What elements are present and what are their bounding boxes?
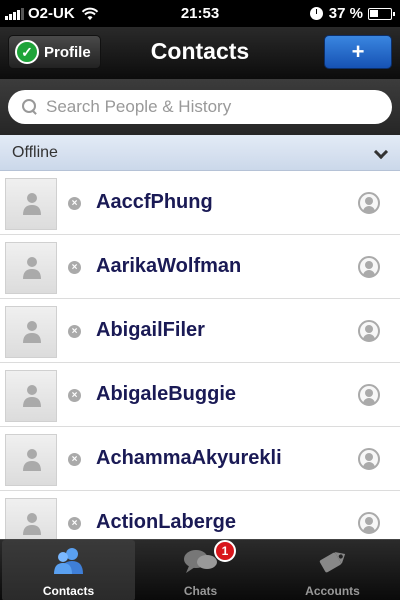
search-input[interactable]: Search People & History <box>8 90 392 124</box>
avatar <box>5 178 57 230</box>
contact-name: AarikaWolfman <box>96 255 242 277</box>
profile-button[interactable]: ✓ Profile <box>8 35 101 69</box>
page-title: Contacts <box>150 38 250 64</box>
avatar <box>5 434 57 486</box>
battery-icon <box>368 7 395 20</box>
contact-name: AbigaleBuggie <box>96 383 237 405</box>
contact-name: AbigailFiler <box>96 319 205 341</box>
contact-row[interactable]: × AchammaAkyurekli <box>0 427 400 491</box>
contact-row[interactable]: × AarikaWolfman <box>0 235 400 299</box>
offline-status-icon: × <box>68 389 81 402</box>
section-label: Offline <box>12 144 58 161</box>
profile-button-label: Profile <box>44 43 91 61</box>
avatar <box>5 242 57 294</box>
status-right: 37 % <box>309 5 395 22</box>
status-bar: O2-UK 21:53 37 % <box>0 0 400 27</box>
tab-label: Accounts <box>305 584 360 598</box>
battery-percent: 37 % <box>328 5 363 22</box>
search-bar: Search People & History <box>0 79 400 135</box>
offline-status-icon: × <box>68 261 81 274</box>
person-icon[interactable] <box>358 384 380 406</box>
accounts-icon <box>319 551 345 573</box>
contacts-list[interactable]: × AaccfPhung × AarikaWolfman × AbigailFi… <box>0 171 400 539</box>
tab-label: Chats <box>183 584 218 598</box>
contact-row[interactable]: × AaccfPhung <box>0 171 400 235</box>
tab-bar: Contacts 1 Chats Accounts <box>0 539 400 600</box>
search-icon <box>22 99 38 115</box>
tab-chats[interactable]: 1 Chats <box>134 540 267 600</box>
chevron-down-icon[interactable] <box>373 144 389 160</box>
person-icon[interactable] <box>358 448 380 470</box>
avatar <box>5 498 57 539</box>
section-header-offline[interactable]: Offline <box>0 135 400 171</box>
person-icon[interactable] <box>358 192 380 214</box>
avatar <box>5 370 57 422</box>
offline-status-icon: × <box>68 453 81 466</box>
contact-name: AchammaAkyurekli <box>96 447 282 469</box>
contact-row[interactable]: × AbigailFiler <box>0 299 400 363</box>
avatar <box>5 306 57 358</box>
clock-icon <box>309 7 323 20</box>
tab-label: Contacts <box>42 584 95 598</box>
offline-status-icon: × <box>68 325 81 338</box>
tab-accounts[interactable]: Accounts <box>266 540 399 600</box>
navigation-bar: ✓ Profile Contacts + <box>0 27 400 79</box>
contacts-icon <box>53 548 83 574</box>
person-icon[interactable] <box>358 320 380 342</box>
tab-contacts[interactable]: Contacts <box>2 540 135 600</box>
plus-icon: + <box>351 39 365 64</box>
contact-row[interactable]: × AbigaleBuggie <box>0 363 400 427</box>
search-placeholder: Search People & History <box>46 97 232 116</box>
offline-status-icon: × <box>68 517 81 530</box>
offline-status-icon: × <box>68 197 81 210</box>
contact-name: ActionLaberge <box>96 511 237 533</box>
person-icon[interactable] <box>358 256 380 278</box>
add-contact-button[interactable]: + <box>324 35 392 69</box>
contact-name: AaccfPhung <box>96 191 213 213</box>
unread-badge: 1 <box>214 540 236 562</box>
contact-row[interactable]: × ActionLaberge <box>0 491 400 539</box>
check-icon: ✓ <box>15 40 39 64</box>
person-icon[interactable] <box>358 512 380 534</box>
